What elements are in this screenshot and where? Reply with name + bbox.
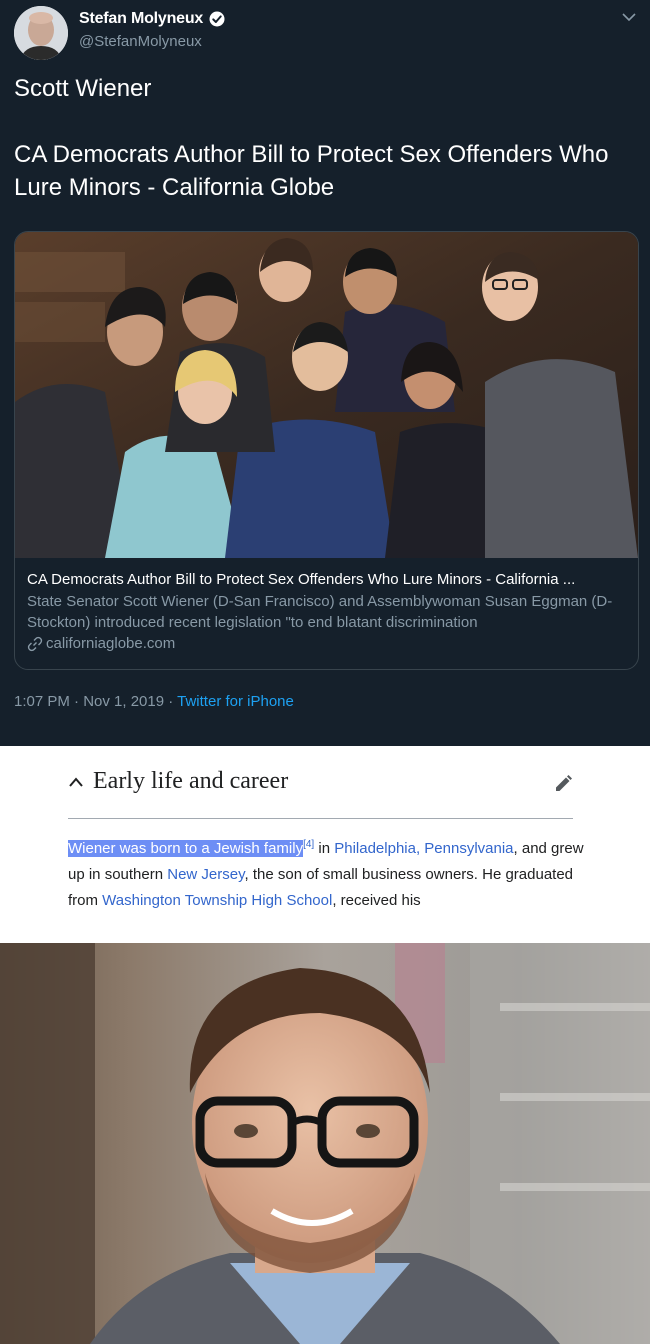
link-new-jersey[interactable]: New Jersey <box>167 866 244 883</box>
chevron-down-icon[interactable] <box>622 12 636 22</box>
reference-link[interactable]: [4] <box>303 839 314 850</box>
chevron-up-icon[interactable] <box>68 776 84 788</box>
tweet-line-2: CA Democrats Author Bill to Protect Sex … <box>14 141 609 201</box>
paragraph-text: in <box>314 840 335 857</box>
pencil-edit-icon[interactable] <box>553 774 573 794</box>
author-name[interactable]: Stefan Molyneux <box>79 10 203 28</box>
card-domain: californiaglobe.com <box>46 635 176 652</box>
section-paragraph: Wiener was born to a Jewish family[4] in… <box>68 832 588 914</box>
paragraph-text: , received his <box>332 892 421 909</box>
tweet-line-1: Scott Wiener <box>14 75 152 102</box>
section-header[interactable]: Early life and career <box>68 768 573 819</box>
link-high-school[interactable]: Washington Township High School <box>102 892 332 909</box>
link-icon <box>27 636 43 651</box>
wikipedia-excerpt: Early life and career Wiener was born to… <box>0 746 650 943</box>
tweet-time[interactable]: 1:07 PM · Nov 1, 2019 · <box>14 693 177 710</box>
link-card[interactable]: CA Democrats Author Bill to Protect Sex … <box>14 231 639 670</box>
card-domain-row: californiaglobe.com <box>27 633 627 654</box>
highlighted-text: Wiener was born to a Jewish family <box>68 840 304 857</box>
portrait-image <box>0 943 650 1344</box>
section-title: Early life and career <box>93 768 289 794</box>
author-avatar[interactable] <box>14 6 68 60</box>
tweet-source-link[interactable]: Twitter for iPhone <box>177 693 294 710</box>
tweet: Stefan Molyneux @StefanMolyneux Scott Wi… <box>0 0 650 746</box>
card-body: CA Democrats Author Bill to Protect Sex … <box>27 570 627 654</box>
link-philadelphia[interactable]: Philadelphia, Pennsylvania <box>334 840 513 857</box>
card-image <box>15 232 638 558</box>
tweet-timestamp: 1:07 PM · Nov 1, 2019 · Twitter for iPho… <box>14 693 294 710</box>
portrait-photo <box>0 943 650 1344</box>
card-title: CA Democrats Author Bill to Protect Sex … <box>27 571 576 588</box>
card-description: State Senator Scott Wiener (D-San Franci… <box>27 593 613 631</box>
author-handle[interactable]: @StefanMolyneux <box>79 33 202 50</box>
tweet-text: Scott Wiener CA Democrats Author Bill to… <box>14 72 640 204</box>
verified-badge-icon <box>209 11 225 27</box>
